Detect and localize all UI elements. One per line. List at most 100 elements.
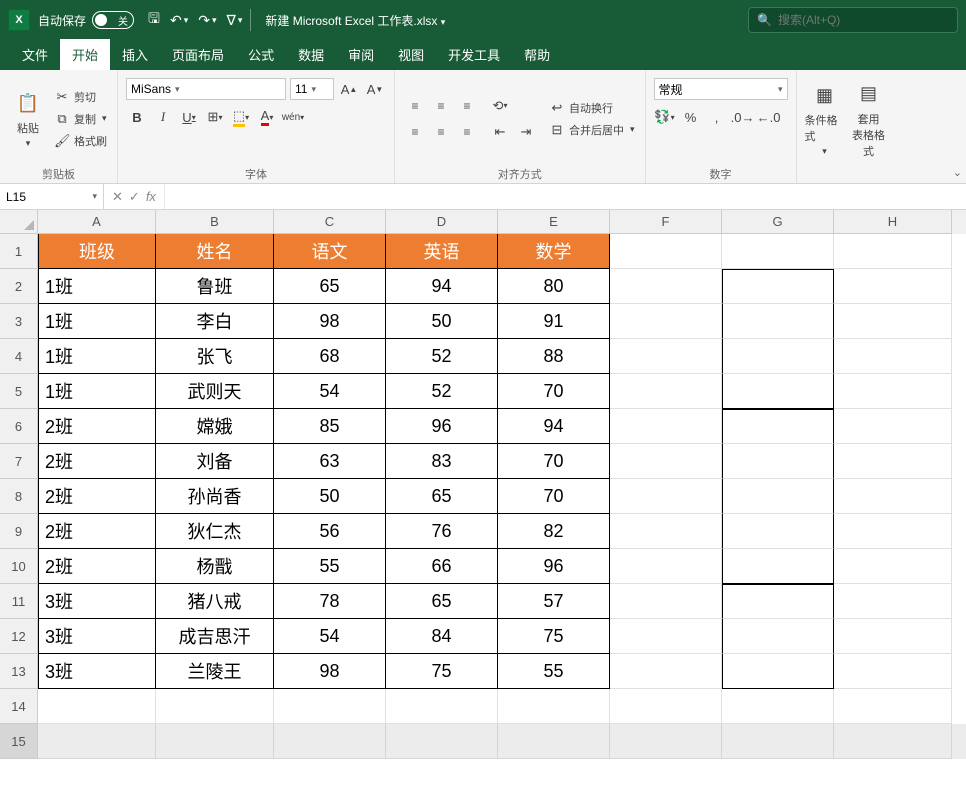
cell[interactable]: 83 — [386, 444, 498, 479]
column-header[interactable]: C — [274, 210, 386, 234]
spreadsheet-grid[interactable]: ABCDEFGH 123456789101112131415 班级姓名语文英语数… — [0, 210, 966, 786]
cell[interactable] — [610, 234, 722, 269]
cell[interactable]: 65 — [386, 584, 498, 619]
tab-开发工具[interactable]: 开发工具 — [436, 39, 512, 70]
tab-数据[interactable]: 数据 — [286, 39, 336, 70]
cell[interactable]: 嫦娥 — [156, 409, 274, 444]
row-header[interactable]: 14 — [0, 689, 38, 724]
cell[interactable] — [610, 514, 722, 549]
tab-文件[interactable]: 文件 — [10, 39, 60, 70]
toggle-switch[interactable]: 关 — [92, 11, 134, 29]
italic-button[interactable]: I — [152, 106, 174, 128]
cell[interactable] — [834, 514, 952, 549]
cell[interactable] — [834, 479, 952, 514]
cell[interactable]: 80 — [498, 269, 610, 304]
tab-页面布局[interactable]: 页面布局 — [160, 39, 236, 70]
cell[interactable]: 成吉思汗 — [156, 619, 274, 654]
decrease-decimal-button[interactable]: ←.0 — [758, 106, 780, 128]
cell[interactable]: 98 — [274, 654, 386, 689]
cell[interactable]: 兰陵王 — [156, 654, 274, 689]
conditional-format-button[interactable]: ▦ 条件格式 ▾ — [805, 80, 845, 157]
tab-审阅[interactable]: 审阅 — [336, 39, 386, 70]
cell[interactable] — [386, 724, 498, 759]
cell[interactable]: 70 — [498, 444, 610, 479]
column-header[interactable]: G — [722, 210, 834, 234]
phonetic-button[interactable]: wén▾ — [282, 106, 304, 128]
cell[interactable] — [834, 619, 952, 654]
cell[interactable] — [722, 444, 834, 479]
increase-font-icon[interactable]: A▲ — [338, 78, 360, 100]
cell[interactable]: 孙尚香 — [156, 479, 274, 514]
cell[interactable] — [834, 339, 952, 374]
cell[interactable] — [610, 409, 722, 444]
align-left-button[interactable]: ≡ — [403, 120, 427, 144]
cell[interactable] — [610, 304, 722, 339]
cell[interactable] — [610, 339, 722, 374]
cell[interactable]: 2班 — [38, 444, 156, 479]
tab-视图[interactable]: 视图 — [386, 39, 436, 70]
row-header[interactable]: 1 — [0, 234, 38, 269]
cell[interactable] — [38, 689, 156, 724]
cell[interactable] — [610, 374, 722, 409]
autosave-toggle[interactable]: 自动保存 关 — [38, 11, 134, 29]
font-name-dropdown[interactable]: MiSans▾ — [126, 78, 286, 100]
tab-开始[interactable]: 开始 — [60, 39, 110, 70]
cell[interactable] — [274, 689, 386, 724]
increase-indent-button[interactable]: ⇥ — [515, 121, 537, 143]
cell[interactable] — [610, 689, 722, 724]
cell[interactable] — [722, 374, 834, 409]
row-header[interactable]: 5 — [0, 374, 38, 409]
font-size-dropdown[interactable]: 11▾ — [290, 78, 334, 100]
cell[interactable]: 李白 — [156, 304, 274, 339]
cut-button[interactable]: ✂剪切 — [52, 88, 109, 106]
cell[interactable]: 狄仁杰 — [156, 514, 274, 549]
cell[interactable]: 65 — [386, 479, 498, 514]
cell[interactable] — [834, 549, 952, 584]
align-middle-button[interactable]: ≡ — [429, 94, 453, 118]
redo-icon[interactable]: ↷▾ — [198, 12, 216, 29]
cell[interactable] — [834, 654, 952, 689]
row-header[interactable]: 6 — [0, 409, 38, 444]
cell[interactable]: 63 — [274, 444, 386, 479]
cell[interactable]: 语文 — [274, 234, 386, 269]
cell[interactable]: 班级 — [38, 234, 156, 269]
cell[interactable] — [156, 689, 274, 724]
cell[interactable]: 1班 — [38, 269, 156, 304]
cell[interactable]: 数学 — [498, 234, 610, 269]
cell[interactable] — [610, 269, 722, 304]
cell[interactable]: 鲁班 — [156, 269, 274, 304]
cell[interactable]: 2班 — [38, 514, 156, 549]
cell[interactable]: 刘备 — [156, 444, 274, 479]
cell[interactable]: 1班 — [38, 304, 156, 339]
cell[interactable]: 武则天 — [156, 374, 274, 409]
wrap-text-button[interactable]: ↩自动换行 — [547, 99, 637, 117]
cell[interactable]: 57 — [498, 584, 610, 619]
column-header[interactable]: E — [498, 210, 610, 234]
cell[interactable] — [610, 619, 722, 654]
align-right-button[interactable]: ≡ — [455, 120, 479, 144]
cell[interactable] — [834, 584, 952, 619]
cell[interactable]: 英语 — [386, 234, 498, 269]
cell[interactable]: 50 — [386, 304, 498, 339]
filter-icon[interactable]: ∇▾ — [226, 12, 242, 29]
increase-decimal-button[interactable]: .0→ — [732, 106, 754, 128]
cell[interactable]: 3班 — [38, 619, 156, 654]
cell[interactable] — [498, 724, 610, 759]
orientation-button[interactable]: ⟲▾ — [489, 95, 511, 117]
cell[interactable]: 55 — [274, 549, 386, 584]
paste-button[interactable]: 📋 粘贴 ▾ — [8, 88, 48, 149]
format-as-table-button[interactable]: ▤ 套用 表格格式 — [849, 79, 889, 159]
align-center-button[interactable]: ≡ — [429, 120, 453, 144]
undo-icon[interactable]: ↶▾ — [170, 12, 188, 29]
cell[interactable]: 杨戬 — [156, 549, 274, 584]
underline-button[interactable]: U▾ — [178, 106, 200, 128]
row-header[interactable]: 3 — [0, 304, 38, 339]
cell[interactable]: 2班 — [38, 549, 156, 584]
cell[interactable] — [722, 339, 834, 374]
cell[interactable]: 1班 — [38, 339, 156, 374]
cell[interactable] — [834, 444, 952, 479]
column-header[interactable]: B — [156, 210, 274, 234]
cell[interactable]: 2班 — [38, 409, 156, 444]
enter-formula-icon[interactable]: ✓ — [129, 189, 140, 205]
align-bottom-button[interactable]: ≡ — [455, 94, 479, 118]
